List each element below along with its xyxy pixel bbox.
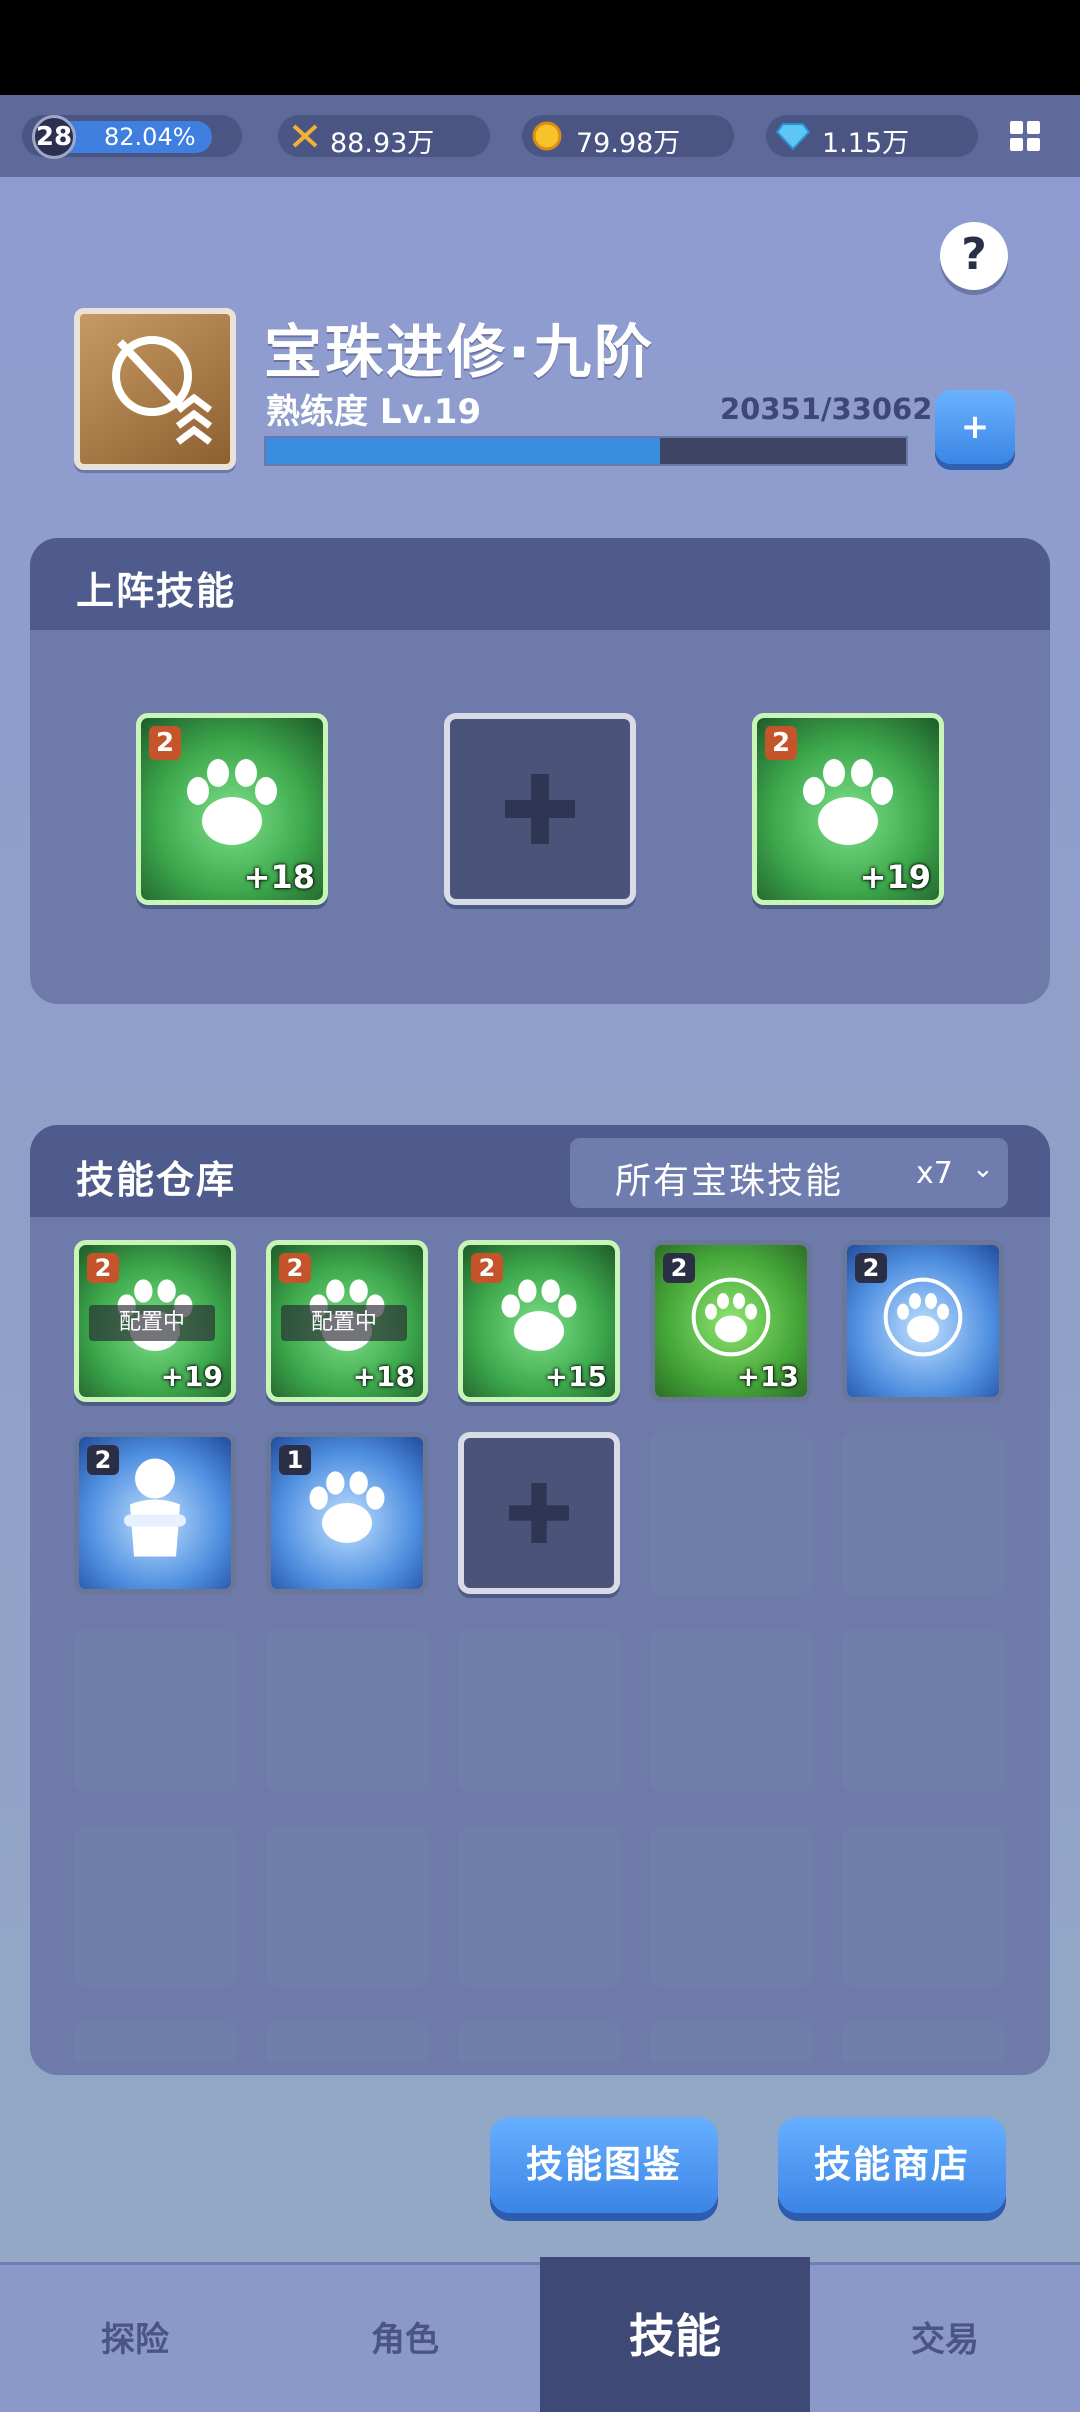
skill-filter-dropdown[interactable]: 所有宝珠技能 x7 ⌄ <box>570 1138 1008 1208</box>
warehouse-empty-slot <box>650 1630 812 1792</box>
warehouse-empty-slot <box>650 1826 812 1988</box>
diamond-value: 1.15万 <box>822 128 910 159</box>
warehouse-empty-slot <box>842 1630 1004 1792</box>
warehouse-add-slot[interactable] <box>458 1432 620 1594</box>
warehouse-item-3-bonus: +15 <box>544 1360 607 1393</box>
warehouse-item-5[interactable]: 2 <box>842 1240 1004 1402</box>
equipped-slot-3-bonus: +19 <box>859 858 931 896</box>
paw-icon <box>309 1471 385 1543</box>
menu-grid-icon[interactable] <box>1008 119 1042 153</box>
warehouse-empty-slot <box>74 1630 236 1792</box>
paw-icon <box>803 759 893 845</box>
warehouse-item-1[interactable]: 2 配置中 +19 <box>74 1240 236 1402</box>
equipped-slot-3-grade-badge: 2 <box>765 726 797 760</box>
nav-tab-character[interactable]: 角色 <box>270 2265 540 2412</box>
paw-icon <box>883 1277 963 1357</box>
skill-filter-count: x7 <box>916 1156 953 1191</box>
meditating-figure-icon <box>124 1458 186 1557</box>
diamond-icon <box>776 123 810 150</box>
status-bar <box>0 0 1080 95</box>
warehouse-item-2[interactable]: 2 配置中 +18 <box>266 1240 428 1402</box>
paw-icon <box>187 759 277 845</box>
add-proficiency-button[interactable]: + <box>935 390 1015 464</box>
warehouse-empty-slot <box>74 2022 236 2062</box>
warehouse-empty-slot <box>266 1826 428 1988</box>
paw-icon <box>691 1277 771 1357</box>
skill-title: 宝珠进修·九阶 <box>264 318 656 386</box>
gold-pill[interactable]: 79.98万 <box>522 115 734 159</box>
warehouse-empty-slot <box>266 1630 428 1792</box>
warehouse-item-1-bonus: +19 <box>160 1360 223 1393</box>
warehouse-item-4-grade-badge: 2 <box>663 1253 695 1283</box>
warehouse-item-6[interactable]: 2 <box>74 1432 236 1594</box>
nav-tab-trade[interactable]: 交易 <box>810 2265 1080 2412</box>
warehouse-empty-slot <box>650 1432 812 1594</box>
player-exp-bar: 82.04% <box>66 121 212 153</box>
skill-filter-label: 所有宝珠技能 <box>615 1161 844 1202</box>
crossed-swords-icon <box>292 124 318 148</box>
proficiency-exp-fill <box>266 438 660 464</box>
power-pill[interactable]: 88.93万 <box>278 115 490 159</box>
warehouse-item-3[interactable]: 2 +15 <box>458 1240 620 1402</box>
warehouse-empty-slot <box>74 1826 236 1988</box>
warehouse-item-7[interactable]: 1 <box>266 1432 428 1594</box>
warehouse-empty-slot <box>842 1826 1004 1988</box>
plus-icon <box>509 1483 569 1543</box>
nav-tab-skills[interactable]: 技能 <box>540 2257 810 2412</box>
equipped-panel-header: 上阵技能 <box>30 538 1050 630</box>
bottom-navigation: 探险 角色 技能 交易 <box>0 2257 1080 2412</box>
warehouse-item-6-grade-badge: 2 <box>87 1445 119 1475</box>
gold-value: 79.98万 <box>576 128 681 159</box>
plus-icon <box>505 774 575 844</box>
warehouse-empty-slot <box>266 2022 428 2062</box>
equipped-slot-3[interactable]: 2 +19 <box>752 713 944 905</box>
warehouse-item-4-bonus: +13 <box>736 1360 799 1393</box>
player-exp-percent: 82.04% <box>104 123 196 151</box>
equipped-slot-1[interactable]: 2 +18 <box>136 713 328 905</box>
proficiency-exp-bar <box>264 436 908 466</box>
nav-tab-explore[interactable]: 探险 <box>0 2265 270 2412</box>
warehouse-item-5-grade-badge: 2 <box>855 1253 887 1283</box>
warehouse-item-1-grade-badge: 2 <box>87 1253 119 1283</box>
equipped-panel-title: 上阵技能 <box>76 569 237 613</box>
skill-shop-button[interactable]: 技能商店 <box>778 2117 1006 2213</box>
warehouse-item-2-grade-badge: 2 <box>279 1253 311 1283</box>
warehouse-item-4[interactable]: 2 +13 <box>650 1240 812 1402</box>
skill-emblem-icon <box>74 308 236 470</box>
warehouse-empty-slot <box>842 2022 1004 2062</box>
proficiency-exp-text: 20351/33062 <box>720 392 933 426</box>
warehouse-empty-slot <box>842 1432 1004 1594</box>
power-value: 88.93万 <box>330 128 435 159</box>
equipped-slot-add[interactable] <box>444 713 636 905</box>
warehouse-empty-slot <box>458 1826 620 1988</box>
skill-codex-button[interactable]: 技能图鉴 <box>490 2117 718 2213</box>
warehouse-item-7-grade-badge: 1 <box>279 1445 311 1475</box>
paw-icon <box>501 1279 577 1351</box>
diamond-pill[interactable]: 1.15万 <box>766 115 978 159</box>
warehouse-empty-slot <box>458 1630 620 1792</box>
chevron-down-icon: ⌄ <box>972 1154 994 1184</box>
equipped-slot-1-grade-badge: 2 <box>149 726 181 760</box>
warehouse-item-2-equipped-tag: 配置中 <box>281 1305 407 1341</box>
warehouse-empty-slot <box>650 2022 812 2062</box>
player-level: 28 <box>32 115 76 159</box>
warehouse-item-3-grade-badge: 2 <box>471 1253 503 1283</box>
help-button[interactable]: ? <box>940 222 1008 290</box>
warehouse-empty-slot <box>458 2022 620 2062</box>
warehouse-item-1-equipped-tag: 配置中 <box>89 1305 215 1341</box>
proficiency-level: 熟练度 Lv.19 <box>266 392 482 432</box>
warehouse-item-2-bonus: +18 <box>352 1360 415 1393</box>
gold-coin-icon <box>532 121 562 151</box>
warehouse-panel-title: 技能仓库 <box>76 1158 237 1202</box>
equipped-slot-1-bonus: +18 <box>243 858 315 896</box>
